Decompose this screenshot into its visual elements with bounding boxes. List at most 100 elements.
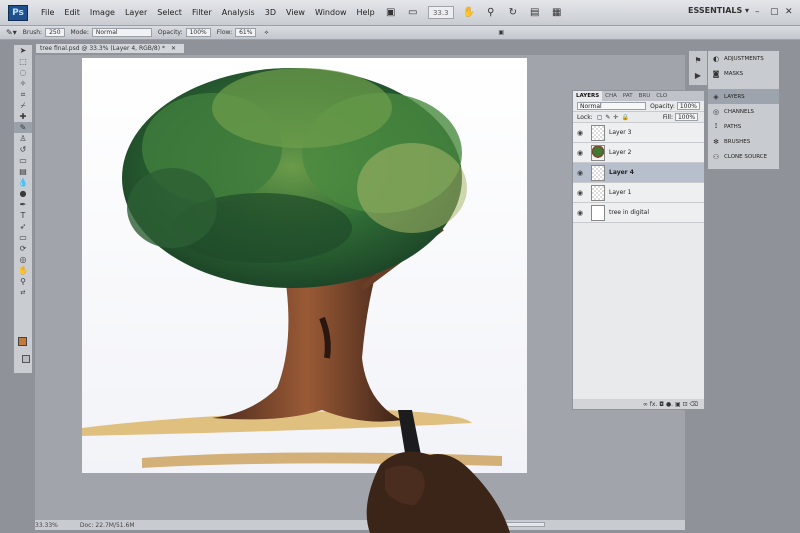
tablet-pressure-icon[interactable]: ▣ <box>498 29 504 36</box>
visibility-eye-icon[interactable]: ◉ <box>573 129 587 137</box>
dock-item-layers[interactable]: ◈ LAYERS <box>708 89 779 104</box>
hand-tool-icon[interactable]: ✋ <box>461 6 477 20</box>
foreground-color-swatch[interactable] <box>18 337 27 346</box>
layers-icon: ◈ <box>713 92 719 101</box>
dock-item-brushes[interactable]: ✻ BRUSHES <box>708 134 779 149</box>
menu-analysis[interactable]: Analysis <box>217 8 260 17</box>
dodge-tool-icon[interactable]: ● <box>14 188 32 199</box>
layer-thumbnail <box>591 144 605 161</box>
layer-row[interactable]: ◉ Layer 1 <box>573 183 704 203</box>
dock-item-channels[interactable]: ◎ CHANNELS <box>708 104 779 119</box>
screen-mode-icon[interactable]: ▭ <box>405 6 421 20</box>
menu-3d[interactable]: 3D <box>260 8 281 17</box>
tab-clone-source[interactable]: CLO <box>653 93 670 99</box>
background-color-swatch[interactable] <box>22 355 30 363</box>
minimize-icon[interactable]: – <box>755 7 760 17</box>
layer-row[interactable]: ◉ Layer 2 <box>573 143 704 163</box>
blur-tool-icon[interactable]: 💧 <box>14 177 32 188</box>
move-tool-icon[interactable]: ➤ <box>14 45 32 56</box>
brushes-icon: ✻ <box>713 137 719 146</box>
actions-panel-icon[interactable]: ▶ <box>689 70 707 81</box>
status-zoom[interactable]: 33.33% <box>35 522 58 529</box>
layer-actions-icons[interactable]: ∞ fx. ◘ ●. ▣ ⊡ ⌫ <box>643 401 698 408</box>
menu-edit[interactable]: Edit <box>59 8 85 17</box>
visibility-eye-icon[interactable]: ◉ <box>573 169 587 177</box>
lock-image-icon[interactable]: ✎ <box>605 114 610 121</box>
close-icon[interactable]: ✕ <box>785 7 793 17</box>
lock-transparency-icon[interactable]: ▢ <box>597 114 603 121</box>
zoom-tool-icon[interactable]: ⚲ <box>483 6 499 20</box>
tab-brushes[interactable]: BRU <box>636 93 654 99</box>
blend-mode-select[interactable]: Normal <box>577 102 647 110</box>
path-select-tool-icon[interactable]: ➶ <box>14 221 32 232</box>
marquee-tool-icon[interactable]: ⬚ <box>14 56 32 67</box>
healing-tool-icon[interactable]: ✚ <box>14 111 32 122</box>
tab-layers[interactable]: LAYERS <box>573 91 603 101</box>
dock-item-paths[interactable]: ⟟ PATHS <box>708 119 779 134</box>
dock-item-masks[interactable]: ◙ MASKS <box>708 66 779 81</box>
quick-select-tool-icon[interactable]: ✧ <box>14 78 32 89</box>
lasso-tool-icon[interactable]: ◌ <box>14 67 32 78</box>
pen-tool-icon[interactable]: ✒ <box>14 199 32 210</box>
history-panel-icon[interactable]: ⚑ <box>689 55 707 66</box>
layer-fill-field[interactable]: 100% <box>674 113 699 121</box>
menu-filter[interactable]: Filter <box>187 8 217 17</box>
lock-row: Lock: ▢ ✎ ✛ 🔒 Fill: 100% <box>573 112 704 123</box>
photoshop-logo[interactable]: Ps <box>8 4 28 21</box>
zoom-tool-icon[interactable]: ⚲ <box>14 276 32 287</box>
menu-layer[interactable]: Layer <box>120 8 152 17</box>
rotate-view-icon[interactable]: ↻ <box>505 6 521 20</box>
screen-mode-menu-icon[interactable]: ▦ <box>549 6 565 20</box>
layers-panel-footer: ∞ fx. ◘ ●. ▣ ⊡ ⌫ <box>573 399 704 409</box>
mode-select[interactable]: Normal <box>91 28 152 37</box>
lock-position-icon[interactable]: ✛ <box>613 114 618 121</box>
brush-size-picker[interactable]: 250 <box>45 28 65 37</box>
arrange-documents-icon[interactable]: ▤ <box>527 6 543 20</box>
hand-tool-icon[interactable]: ✋ <box>14 265 32 276</box>
layer-opacity-field[interactable]: 100% <box>676 102 700 110</box>
menu-window[interactable]: Window <box>310 8 352 17</box>
crop-tool-icon[interactable]: ⌗ <box>14 89 32 100</box>
eyedropper-tool-icon[interactable]: ⌿ <box>14 100 32 111</box>
close-document-icon[interactable]: ✕ <box>171 45 176 52</box>
flow-field[interactable]: 61% <box>235 28 257 37</box>
visibility-eye-icon[interactable]: ◉ <box>573 189 587 197</box>
visibility-eye-icon[interactable]: ◉ <box>573 209 587 217</box>
menu-image[interactable]: Image <box>85 8 120 17</box>
dock-item-clone-source[interactable]: ⚇ CLONE SOURCE <box>708 149 779 164</box>
swap-colors-icon[interactable]: ⇄ <box>14 287 32 298</box>
shape-tool-icon[interactable]: ▭ <box>14 232 32 243</box>
menu-file[interactable]: File <box>36 8 59 17</box>
type-tool-icon[interactable]: T <box>14 210 32 221</box>
workspace-switcher[interactable]: ESSENTIALS ▾ <box>688 6 749 15</box>
gradient-tool-icon[interactable]: ▤ <box>14 166 32 177</box>
restore-icon[interactable]: ▢ <box>770 7 779 17</box>
menu-view[interactable]: View <box>281 8 310 17</box>
brush-tool-icon[interactable]: ✎▾ <box>6 28 17 37</box>
3d-rotate-tool-icon[interactable]: ⟳ <box>14 243 32 254</box>
document-tab[interactable]: tree final.psd @ 33.3% (Layer 4, RGB/8) … <box>35 43 185 54</box>
history-brush-tool-icon[interactable]: ↺ <box>14 144 32 155</box>
tab-channels[interactable]: CHA <box>602 93 620 99</box>
3d-orbit-tool-icon[interactable]: ◎ <box>14 254 32 265</box>
menu-select[interactable]: Select <box>152 8 187 17</box>
layer-row[interactable]: ◉ tree in digital <box>573 203 704 223</box>
clone-stamp-tool-icon[interactable]: ♙ <box>14 133 32 144</box>
layer-row-selected[interactable]: ◉ Layer 4 <box>573 163 704 183</box>
zoom-level-field[interactable]: 33.3 <box>427 6 454 19</box>
visibility-eye-icon[interactable]: ◉ <box>573 149 587 157</box>
tools-panel: ➤ ⬚ ◌ ✧ ⌗ ⌿ ✚ ✎ ♙ ↺ ▭ ▤ 💧 ● ✒ T ➶ ▭ ⟳ ◎ … <box>13 44 33 374</box>
opacity-field[interactable]: 100% <box>185 28 211 37</box>
layer-name: tree in digital <box>609 209 650 216</box>
tab-paths[interactable]: PAT <box>620 93 636 99</box>
lock-all-icon[interactable]: 🔒 <box>621 114 628 121</box>
menu-help[interactable]: Help <box>352 8 380 17</box>
airbrush-icon[interactable]: ⟡ <box>264 29 268 37</box>
eraser-tool-icon[interactable]: ▭ <box>14 155 32 166</box>
layer-row[interactable]: ◉ Layer 3 <box>573 123 704 143</box>
dock-item-adjustments[interactable]: ◐ ADJUSTMENTS <box>708 51 779 66</box>
layer-name: Layer 4 <box>609 169 634 176</box>
bridge-icon[interactable]: ▣ <box>383 6 399 20</box>
brush-tool-icon[interactable]: ✎ <box>14 122 32 133</box>
hand-with-stylus <box>366 410 510 533</box>
